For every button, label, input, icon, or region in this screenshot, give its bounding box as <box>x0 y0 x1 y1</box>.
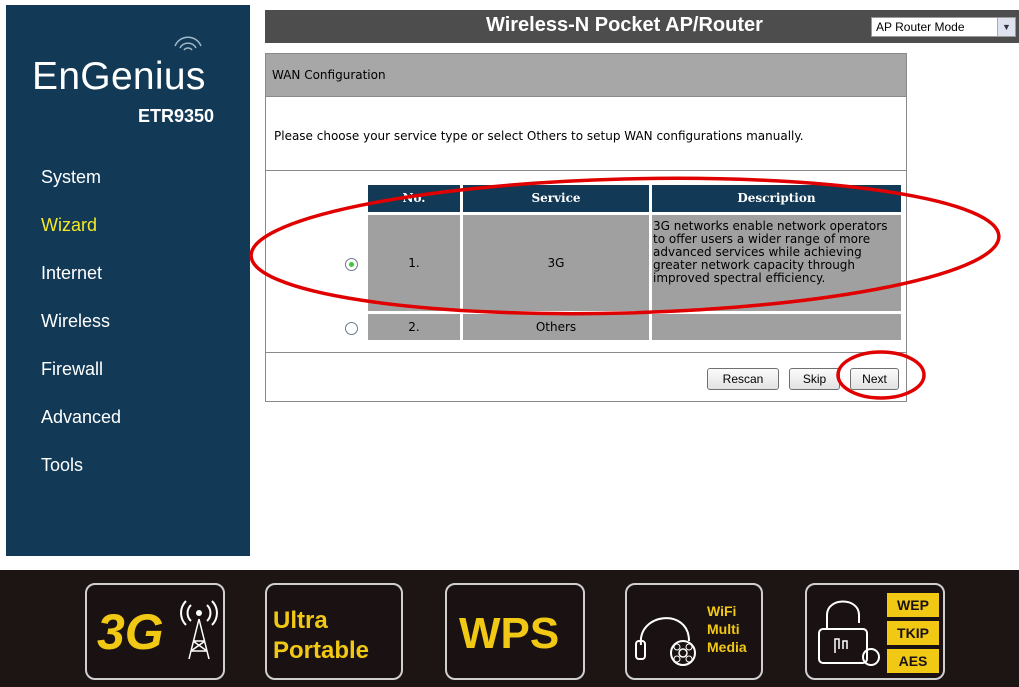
badge-3g: 3G <box>85 583 225 680</box>
headphones-icon <box>635 617 696 666</box>
badge-wep-text: WEP <box>887 593 939 617</box>
antenna-tower-icon <box>180 600 218 660</box>
badge-wps-text: WPS <box>459 609 560 658</box>
badge-security: WEP TKIP AES <box>805 583 945 680</box>
badge-3g-text: 3G <box>97 604 164 660</box>
badge-wifi-multimedia: WiFi Multi Media <box>625 583 763 680</box>
badge-tkip-text: TKIP <box>887 621 939 645</box>
badge-ultra-text: Ultra <box>273 607 328 634</box>
badge-aes-text: AES <box>887 649 939 673</box>
badge-ultra-portable: Ultra Portable <box>265 583 403 680</box>
annotation-ellipse-next-button <box>836 350 926 400</box>
badge-wps: WPS <box>445 583 585 680</box>
padlock-icon <box>818 600 880 666</box>
badge-portable-text: Portable <box>273 637 370 664</box>
badge-wifi-text: WiFi <box>707 603 737 619</box>
annotation-ellipse-3g-row <box>249 176 1001 316</box>
badge-multi-text: Multi <box>707 621 740 637</box>
badge-media-text: Media <box>707 639 747 655</box>
